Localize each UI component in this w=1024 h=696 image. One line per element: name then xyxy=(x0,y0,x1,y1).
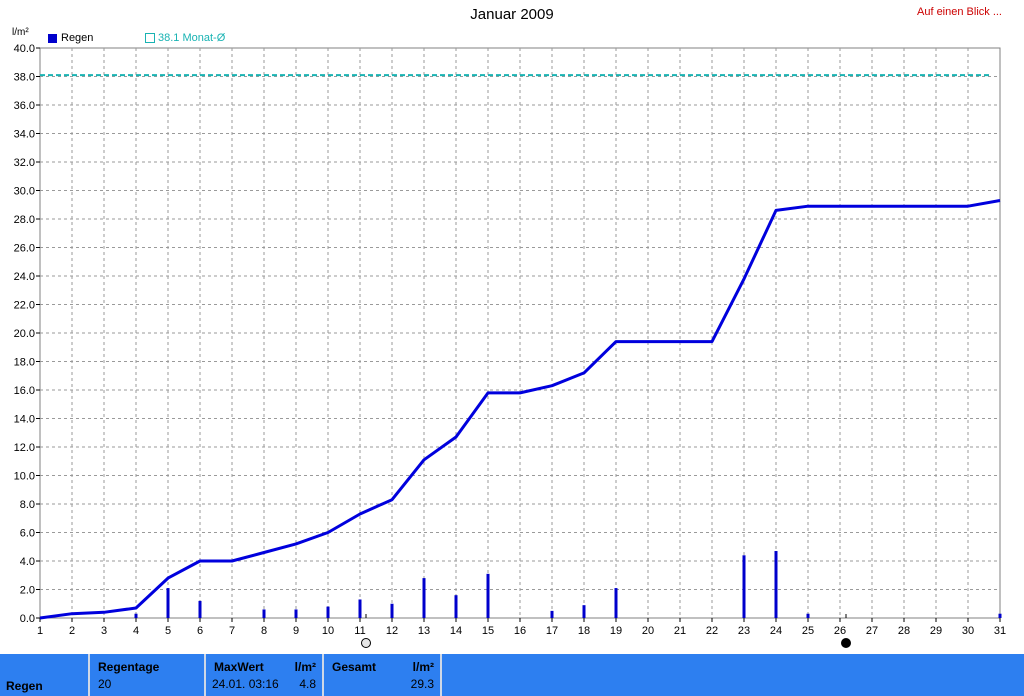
x-tick-label: 28 xyxy=(898,625,910,637)
x-tick-label: 29 xyxy=(930,625,942,637)
regentage-label: Regentage xyxy=(98,660,160,674)
x-tick-label: 26 xyxy=(834,625,846,637)
y-tick-label: 36.0 xyxy=(14,100,35,112)
x-tick-label: 27 xyxy=(866,625,878,637)
y-tick-label: 26.0 xyxy=(14,243,35,255)
rain-bar-day-13 xyxy=(422,578,426,618)
x-tick-label: 5 xyxy=(165,625,171,637)
y-tick-label: 40.0 xyxy=(14,43,35,55)
y-tick-label: 12.0 xyxy=(14,442,35,454)
rain-bar-day-25 xyxy=(806,613,810,618)
rain-bar-day-19 xyxy=(614,588,618,618)
x-tick-label: 16 xyxy=(514,625,526,637)
gesamt-value: 29.3 xyxy=(410,677,434,691)
y-tick-label: 2.0 xyxy=(20,585,35,597)
x-tick-label: 22 xyxy=(706,625,718,637)
y-tick-label: 14.0 xyxy=(14,414,35,426)
x-tick-label: 15 xyxy=(482,625,494,637)
rain-bar-day-31 xyxy=(998,613,1002,618)
y-tick-label: 0.0 xyxy=(20,613,35,625)
regentage-cell: Regentage 20 xyxy=(90,654,206,696)
rain-bar-day-4 xyxy=(134,613,138,618)
x-tick-label: 12 xyxy=(386,625,398,637)
gesamt-label: Gesamt xyxy=(332,660,377,674)
rain-bar-day-12 xyxy=(390,603,394,618)
x-tick-label: 23 xyxy=(738,625,750,637)
rain-bar-day-17 xyxy=(550,610,554,618)
x-tick-label: 18 xyxy=(578,625,590,637)
y-tick-label: 32.0 xyxy=(14,157,35,169)
footer-bar: Regen Regentage 20 MaxWert l/m² 24.01. 0… xyxy=(0,654,1024,696)
rain-bar-day-5 xyxy=(166,588,170,618)
gesamt-cell: Gesamt l/m² 29.3 xyxy=(324,654,442,696)
rain-bar-day-24 xyxy=(774,551,778,618)
y-tick-label: 24.0 xyxy=(14,271,35,283)
maxwert-cell: MaxWert l/m² 24.01. 03:16 4.8 xyxy=(206,654,324,696)
x-tick-label: 8 xyxy=(261,625,267,637)
y-tick-label: 22.0 xyxy=(14,300,35,312)
maxwert-value: 4.8 xyxy=(299,677,316,691)
y-tick-label: 6.0 xyxy=(20,528,35,540)
x-tick-label: 7 xyxy=(229,625,235,637)
y-tick-label: 38.0 xyxy=(14,72,35,84)
x-tick-label: 2 xyxy=(69,625,75,637)
y-tick-label: 8.0 xyxy=(20,499,35,511)
y-tick-label: 18.0 xyxy=(14,357,35,369)
x-tick-label: 13 xyxy=(418,625,430,637)
gesamt-unit: l/m² xyxy=(412,660,434,674)
y-tick-label: 28.0 xyxy=(14,214,35,226)
x-tick-label: 14 xyxy=(450,625,462,637)
maxwert-label: MaxWert xyxy=(214,660,264,674)
x-tick-label: 31 xyxy=(994,625,1006,637)
rain-bar-day-15 xyxy=(486,573,490,618)
x-tick-label: 11 xyxy=(354,625,365,637)
x-tick-label: 4 xyxy=(133,625,139,637)
rain-bar-day-14 xyxy=(454,595,458,618)
rain-bar-day-10 xyxy=(326,606,330,618)
x-tick-label: 1 xyxy=(37,625,43,637)
rain-chart: 0.0 2.0 4.0 6.0 8.0 10.0 12.0 14.0 16.0 18.0 20.0 2… xyxy=(14,43,1006,648)
rain-bar-day-11 xyxy=(358,599,362,618)
y-tick-label: 20.0 xyxy=(14,328,35,340)
x-tick-label: 19 xyxy=(610,625,622,637)
rain-bar-day-6 xyxy=(198,600,202,618)
rain-bar-day-9 xyxy=(294,609,298,618)
x-tick-label: 6 xyxy=(197,625,203,637)
y-tick-label: 4.0 xyxy=(20,556,35,568)
x-tick-label: 30 xyxy=(962,625,974,637)
y-tick-label: 34.0 xyxy=(14,129,35,141)
y-tick-label: 10.0 xyxy=(14,471,35,483)
x-tick-label: 24 xyxy=(770,625,782,637)
x-tick-label: 25 xyxy=(802,625,814,637)
regentage-value: 20 xyxy=(98,677,112,691)
x-tick-label: 20 xyxy=(642,625,654,637)
maxwert-unit: l/m² xyxy=(294,660,316,674)
x-tick-label: 3 xyxy=(101,625,107,637)
rain-bar-day-18 xyxy=(582,605,586,618)
rain-bar-day-8 xyxy=(262,609,266,618)
full-moon-icon xyxy=(361,638,371,648)
y-tick-label: 16.0 xyxy=(14,385,35,397)
x-tick-label: 10 xyxy=(322,625,334,637)
footer-spacer xyxy=(0,654,90,696)
rain-bar-day-23 xyxy=(742,555,746,618)
y-tick-label: 30.0 xyxy=(14,186,35,198)
new-moon-icon xyxy=(841,638,851,648)
x-tick-label: 9 xyxy=(293,625,299,637)
maxwert-date: 24.01. 03:16 xyxy=(212,677,279,691)
x-tick-label: 21 xyxy=(674,625,686,637)
x-tick-label: 17 xyxy=(546,625,558,637)
